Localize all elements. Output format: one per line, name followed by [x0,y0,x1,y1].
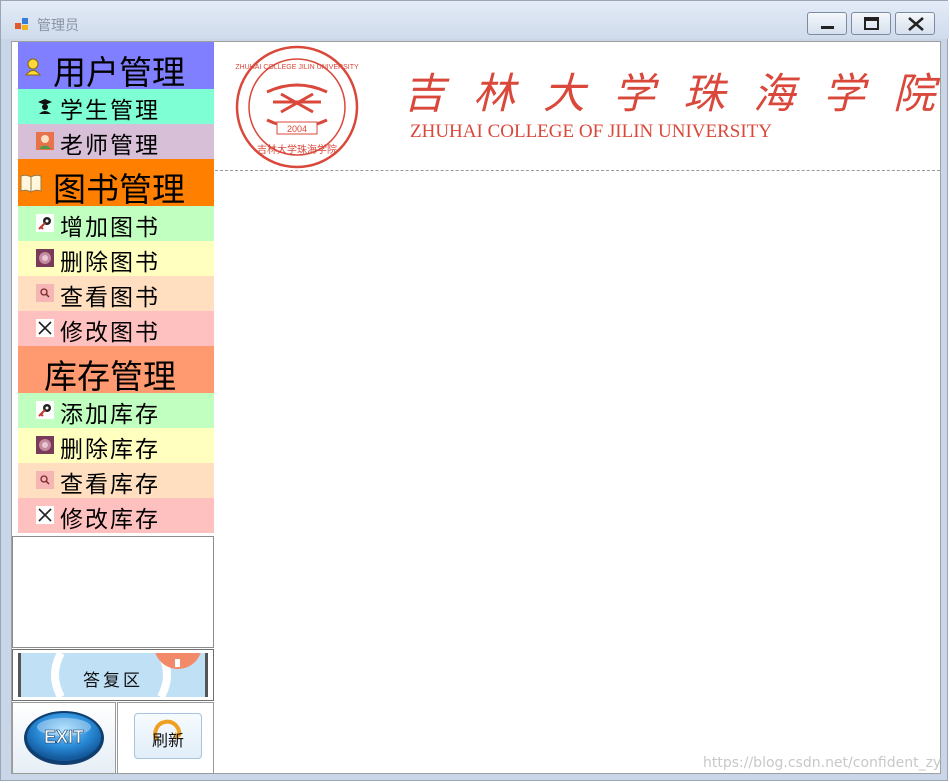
seal-top-text: ZHUHAI COLLEGE JILIN UNIVERSITY [235,64,359,71]
maximize-button[interactable] [851,12,891,35]
school-name-cn: 吉林大学珠海学院 [403,69,940,118]
menu-item-label: 查看库存 [60,472,160,498]
college-logo: 2004 ZHUHAI COLLEGE JILIN UNIVERSITY 吉林大… [235,45,940,169]
menu-item-edit-stock[interactable]: 修改库存 [18,498,214,533]
title-bar[interactable]: 管理员 [1,1,949,39]
menu-group-user-management[interactable]: 用户管理 [18,42,214,92]
app-icon [15,18,28,30]
menu-item-label: 修改库存 [60,507,160,533]
key-icon [36,401,54,419]
menu-item-teacher-management[interactable]: 老师管理 [18,124,214,159]
menu-item-label: 删除图书 [60,250,160,276]
view-icon [36,471,54,489]
menu-item-student-management[interactable]: 学生管理 [18,89,214,124]
edit-icon [36,319,54,337]
menu-group-label: 用户管理 [53,53,185,92]
seal-year: 2004 [287,124,307,134]
menu-item-view-book[interactable]: 查看图书 [18,276,214,311]
refresh-panel: 刷新 [117,702,214,774]
menu-group-label: 库存管理 [44,357,176,396]
delete-icon [36,436,54,454]
student-icon [38,99,52,114]
teacher-icon [36,132,54,150]
book-icon [20,174,42,193]
watermark-text: https://blog.csdn.net/confident_zy [703,755,942,771]
menu-item-label: 删除库存 [60,437,160,463]
refresh-button[interactable]: 刷新 [134,713,202,759]
close-button[interactable] [895,12,935,35]
close-icon [908,17,924,31]
college-seal-icon: 2004 ZHUHAI COLLEGE JILIN UNIVERSITY 吉林大… [235,45,359,169]
menu-item-label: 老师管理 [60,133,160,159]
refresh-label: 刷新 [151,731,184,750]
menu-item-label: 查看图书 [60,285,160,311]
menu-item-edit-book[interactable]: 修改图书 [18,311,214,346]
view-icon [36,284,54,302]
menu-group-stock-management[interactable]: 库存管理 [18,346,214,396]
menu-item-label: 增加图书 [60,215,160,241]
menu-item-delete-stock[interactable]: 删除库存 [18,428,214,463]
exit-label: EXIT [44,727,84,747]
client-area: 用户管理 学生管理 老师管理 图书管理 增加图书 删除图书 查看图书 修改图书 … [11,41,941,774]
menu-item-label: 添加库存 [60,402,160,428]
minimize-button[interactable] [807,12,847,35]
sidebar-menu: 用户管理 学生管理 老师管理 图书管理 增加图书 删除图书 查看图书 修改图书 … [12,42,214,535]
minimize-icon [821,26,834,29]
college-banner: 2004 ZHUHAI COLLEGE JILIN UNIVERSITY 吉林大… [215,42,940,171]
window-title: 管理员 [37,18,79,34]
exit-button[interactable]: EXIT [12,702,116,774]
reply-area-button[interactable]: 答复区 [18,653,208,697]
menu-item-view-stock[interactable]: 查看库存 [18,463,214,498]
menu-group-book-management[interactable]: 图书管理 [18,159,214,209]
app-window: 管理员 用户管理 学生管理 老师管理 图书管理 增加图书 删除图书 查看图书 修… [0,0,949,781]
menu-item-add-book[interactable]: 增加图书 [18,206,214,241]
user-icon [24,58,42,76]
exit-icon: EXIT [24,711,104,765]
menu-item-delete-book[interactable]: 删除图书 [18,241,214,276]
menu-item-add-stock[interactable]: 添加库存 [18,393,214,428]
menu-item-label: 修改图书 [60,320,160,346]
menu-group-label: 图书管理 [53,170,185,209]
edit-icon [36,506,54,524]
seal-bottom-text: 吉林大学珠海学院 [257,143,337,156]
menu-item-label: 学生管理 [60,98,160,124]
sidebar-empty-panel [12,536,214,648]
reply-label: 答复区 [83,671,143,691]
key-icon [36,214,54,232]
delete-icon [36,249,54,267]
maximize-icon [864,17,879,30]
reply-area[interactable]: 答复区 [12,649,214,701]
school-name-en: ZHUHAI COLLEGE OF JILIN UNIVERSITY [410,121,772,142]
